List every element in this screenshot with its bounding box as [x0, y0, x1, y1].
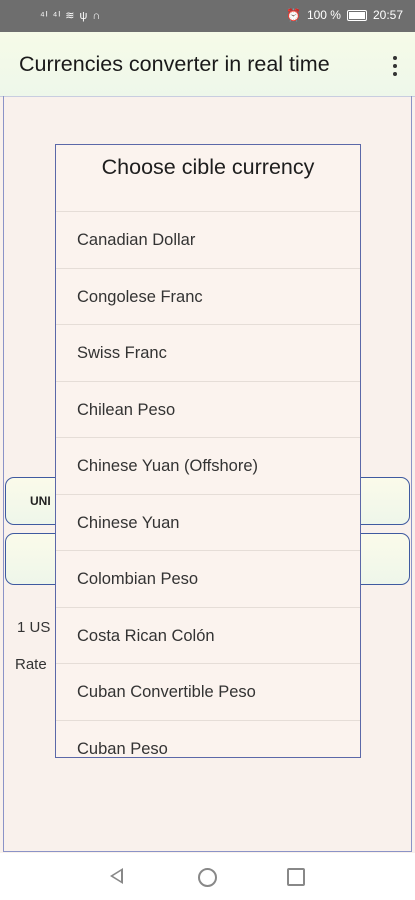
list-item-canadian-dollar[interactable]: Canadian Dollar: [56, 211, 360, 268]
list-item-costa-rican-colon[interactable]: Costa Rican Colón: [56, 606, 360, 664]
recent-apps-icon[interactable]: [287, 868, 305, 886]
list-item-chinese-yuan-offshore[interactable]: Chinese Yuan (Offshore): [56, 437, 360, 494]
app-bar: Currencies converter in real time: [0, 32, 415, 97]
source-currency-label: UNI: [30, 494, 51, 508]
signal-wifi-icons: ⁴ᴵ ⁴ᴵ ≋ ψ ∩: [40, 10, 102, 22]
back-icon[interactable]: [110, 868, 123, 884]
list-item-swiss-franc[interactable]: Swiss Franc: [56, 324, 360, 381]
list-item-colombian-peso[interactable]: Colombian Peso: [56, 550, 360, 607]
list-item-cuban-peso[interactable]: Cuban Peso: [56, 719, 360, 757]
dialog-title: Choose cible currency: [101, 155, 315, 179]
currency-list[interactable]: Canadian Dollar Congolese Franc Swiss Fr…: [56, 211, 360, 757]
clock: 20:57: [372, 8, 403, 22]
home-icon[interactable]: [198, 868, 217, 887]
list-item-chilean-peso[interactable]: Chilean Peso: [56, 380, 360, 438]
list-item-congolese-franc[interactable]: Congolese Franc: [56, 267, 360, 325]
list-item-cuban-convertible-peso[interactable]: Cuban Convertible Peso: [56, 663, 360, 720]
currency-picker-dialog: Choose cible currency Canadian Dollar Co…: [55, 144, 361, 758]
battery-icon: [346, 9, 367, 21]
status-right: ⏰ 100 % 20:57: [286, 8, 403, 22]
list-item-chinese-yuan[interactable]: Chinese Yuan: [56, 493, 360, 551]
status-bar: ⁴ᴵ ⁴ᴵ ≋ ψ ∩ ⏰ 100 % 20:57: [0, 0, 415, 32]
app-title: Currencies converter in real time: [19, 52, 330, 76]
overflow-menu-icon[interactable]: [392, 56, 398, 76]
alarm-icon: ⏰: [285, 8, 301, 22]
rate-text: Rate: [15, 656, 47, 673]
conversion-text: 1 US: [17, 619, 51, 636]
system-nav-bar: [0, 853, 415, 900]
battery-percent: 100 %: [306, 8, 341, 22]
